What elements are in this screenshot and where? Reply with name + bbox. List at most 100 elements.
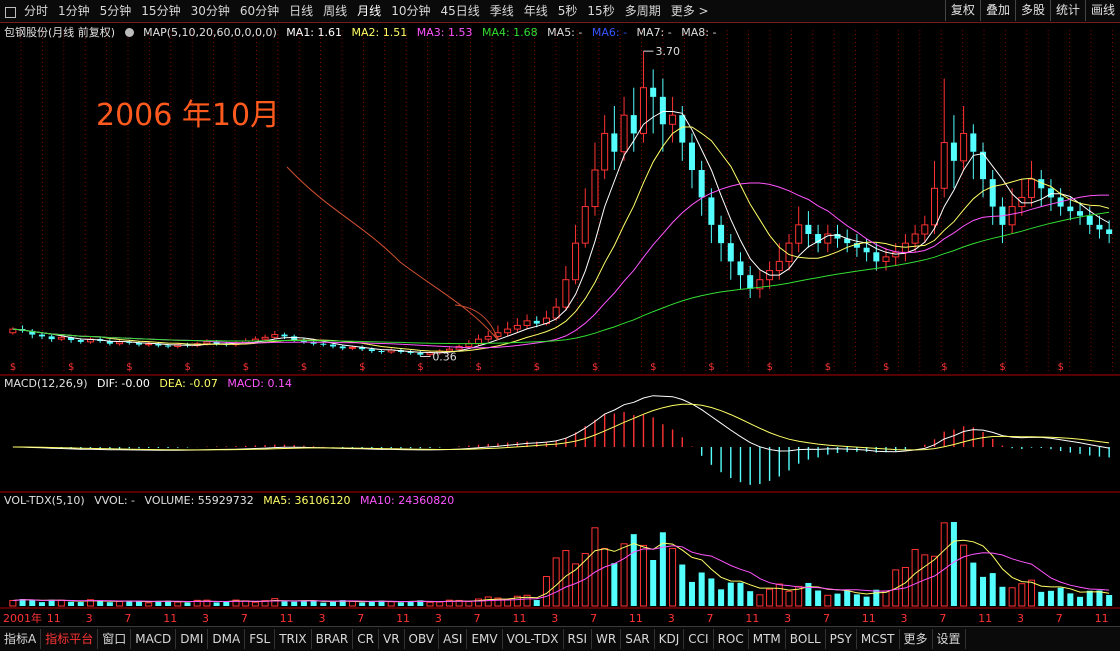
volume-bar <box>271 598 279 607</box>
candle-body <box>737 261 744 276</box>
indicator-tab[interactable]: MACD <box>131 629 177 649</box>
volume-bar <box>911 549 919 607</box>
toolbar-button[interactable]: 统计 <box>1049 0 1085 21</box>
x-axis-tick-label: 7 <box>707 612 714 625</box>
period-tab[interactable]: 周线 <box>318 0 352 22</box>
indicator-tab[interactable]: CR <box>353 629 379 649</box>
volume-bar <box>989 573 996 606</box>
candle-body <box>261 336 269 340</box>
indicator-tab[interactable]: 窗口 <box>98 629 132 649</box>
indicator-tab[interactable]: 设置 <box>933 629 966 649</box>
dividend-marker: $ <box>941 362 947 373</box>
period-tab[interactable]: 更多 > <box>666 0 714 22</box>
volume-bar <box>970 562 977 606</box>
indicator-tab[interactable]: 指标A <box>0 629 42 649</box>
indicator-tab[interactable]: SAR <box>621 629 655 649</box>
indicator-tab[interactable]: ASI <box>439 629 468 649</box>
toolbar-button[interactable]: 叠加 <box>979 0 1015 21</box>
indicator-tab[interactable]: RSI <box>564 629 593 649</box>
volume-bar <box>1077 596 1084 606</box>
candle-body <box>775 260 783 272</box>
indicator-tab[interactable]: DMI <box>176 629 209 649</box>
x-axis-tick-label: 11 <box>629 612 643 625</box>
period-tab[interactable]: 45日线 <box>435 0 484 22</box>
period-tab[interactable]: 15分钟 <box>136 0 185 22</box>
indicator-tab[interactable]: ROC <box>714 629 749 649</box>
toolbar-right-buttons: 复权 叠加 多股 统计 画线 <box>944 0 1120 22</box>
volume-bar <box>669 547 677 607</box>
x-axis: 2001年 11 3 7 11 3 7 11 3 7 11 3 7 11 3 7 11 3 7 11 3 7 11 3 7 11 3… <box>3 611 1109 625</box>
volume-bar <box>960 544 968 607</box>
x-axis-tick-label: 7 <box>939 612 946 625</box>
settings-dot-icon[interactable] <box>124 28 134 37</box>
period-tab[interactable]: 60分钟 <box>235 0 284 22</box>
x-axis-start-label: 2001年 <box>3 611 42 625</box>
candle-body <box>805 224 812 234</box>
volume-bar <box>1096 590 1103 606</box>
menu-icon[interactable] <box>5 6 16 18</box>
candle-body <box>330 344 337 347</box>
indicator-tab[interactable]: DMA <box>208 629 246 649</box>
volume-bar <box>737 582 744 606</box>
candle-body <box>940 142 948 189</box>
macd-panel <box>12 395 1110 485</box>
toolbar-button[interactable]: 多股 <box>1014 0 1050 21</box>
indicator-tab[interactable]: FSL <box>245 629 276 649</box>
indicator-tab[interactable]: VOL-TDX <box>503 629 564 649</box>
indicator-tab[interactable]: PSY <box>826 629 857 649</box>
x-axis-tick-label: 11 <box>862 612 876 625</box>
indicator-tab[interactable]: BOLL <box>786 629 826 649</box>
period-tab[interactable]: 多周期 <box>620 0 666 22</box>
indicator-tab[interactable]: MTM <box>749 629 786 649</box>
x-axis-tick-label: 3 <box>202 612 209 625</box>
candle-body <box>1008 206 1016 226</box>
indicator-tab[interactable]: OBV <box>405 629 440 649</box>
candle-body <box>339 346 346 349</box>
indicator-tab[interactable]: 更多 <box>900 629 933 649</box>
toolbar-button[interactable]: 复权 <box>944 0 980 21</box>
period-tab[interactable]: 5秒 <box>553 0 583 22</box>
indicator-tab[interactable]: EMV <box>467 629 503 649</box>
x-axis-tick-label: 3 <box>901 612 908 625</box>
indicator-tab[interactable]: MCST <box>857 629 900 649</box>
volume-bar <box>552 557 560 607</box>
period-tab[interactable]: 5分钟 <box>95 0 137 22</box>
candle-body <box>48 336 55 340</box>
indicator-tab[interactable]: WR <box>592 629 622 649</box>
dividend-marker: $ <box>68 362 74 373</box>
period-tab[interactable]: 1分钟 <box>53 0 95 22</box>
candle-body <box>368 349 375 352</box>
indicator-tab[interactable]: CCI <box>684 629 714 649</box>
candle-body <box>465 343 473 347</box>
period-tab[interactable]: 30分钟 <box>186 0 235 22</box>
toolbar-button[interactable]: 画线 <box>1084 0 1120 21</box>
candle-body <box>620 114 628 153</box>
x-axis-tick-label: 7 <box>590 612 597 625</box>
indicator-tab[interactable]: TRIX <box>275 629 312 649</box>
period-tab[interactable]: 年线 <box>519 0 553 22</box>
x-axis-tick-label: 7 <box>357 612 364 625</box>
candle-body <box>960 132 968 162</box>
ma3-value: MA3: 1.53 <box>416 26 473 39</box>
volume-bar <box>1008 587 1016 607</box>
period-tabs: 分时 1分钟 5分钟 15分钟 30分钟 60分钟 日线 周线 月线 10分钟 45日线 季线 年线 5秒… <box>19 0 714 22</box>
candle-body <box>1067 206 1074 212</box>
indicator-tab[interactable]: KDJ <box>655 629 685 649</box>
indicator-tab[interactable]: 指标平台 <box>41 629 99 649</box>
period-tab[interactable]: 季线 <box>485 0 519 22</box>
x-axis-tick-label: 3 <box>551 612 558 625</box>
volume-bar <box>97 600 104 606</box>
candle-body <box>795 224 803 244</box>
volume-bar <box>601 548 609 607</box>
dividend-marker: $ <box>301 362 307 373</box>
volume-bar <box>320 602 327 606</box>
period-tab[interactable]: 月线 <box>352 0 386 22</box>
period-tab[interactable]: 10分钟 <box>386 0 435 22</box>
period-tab[interactable]: 15秒 <box>582 0 619 22</box>
indicator-tab[interactable]: BRAR <box>312 629 354 649</box>
candle-body <box>882 256 890 262</box>
period-tab[interactable]: 日线 <box>284 0 318 22</box>
indicator-tab[interactable]: VR <box>379 629 405 649</box>
candle-body <box>533 320 540 324</box>
period-tab[interactable]: 分时 <box>19 0 53 22</box>
